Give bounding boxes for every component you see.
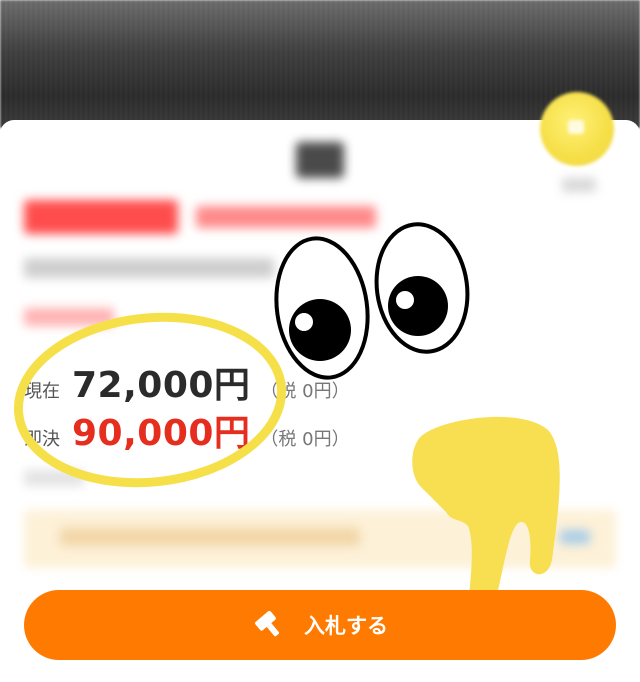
buynow-price-label: 即決 [24, 429, 60, 450]
blurred-red-text [196, 206, 376, 228]
buynow-price-tax: （税 0円） [260, 429, 350, 450]
buynow-price-row: 即決 90,000円 （税 0円） [24, 404, 350, 456]
blurred-red-tag [24, 200, 178, 234]
product-photo [0, 0, 640, 128]
current-price-tax: （税 0円） [260, 381, 350, 402]
yellow-dot-decoration [540, 92, 614, 166]
bid-button-label: 入札する [304, 615, 388, 638]
buynow-price-value: 90,000円 [72, 413, 251, 454]
blurred-thumbnail [296, 142, 344, 178]
blurred-subtitle [24, 308, 114, 326]
current-price-label: 現在 [24, 381, 60, 402]
gavel-icon [255, 610, 280, 637]
bid-button[interactable]: 入札する [24, 590, 616, 660]
blurred-banner-text [60, 528, 360, 546]
blurred-meta [24, 470, 84, 486]
blurred-title [24, 258, 274, 278]
blurred-side-label [562, 178, 596, 192]
blurred-banner-link [560, 530, 590, 544]
current-price-value: 72,000円 [72, 365, 251, 406]
current-price-row: 現在 72,000円 （税 0円） [24, 356, 350, 408]
